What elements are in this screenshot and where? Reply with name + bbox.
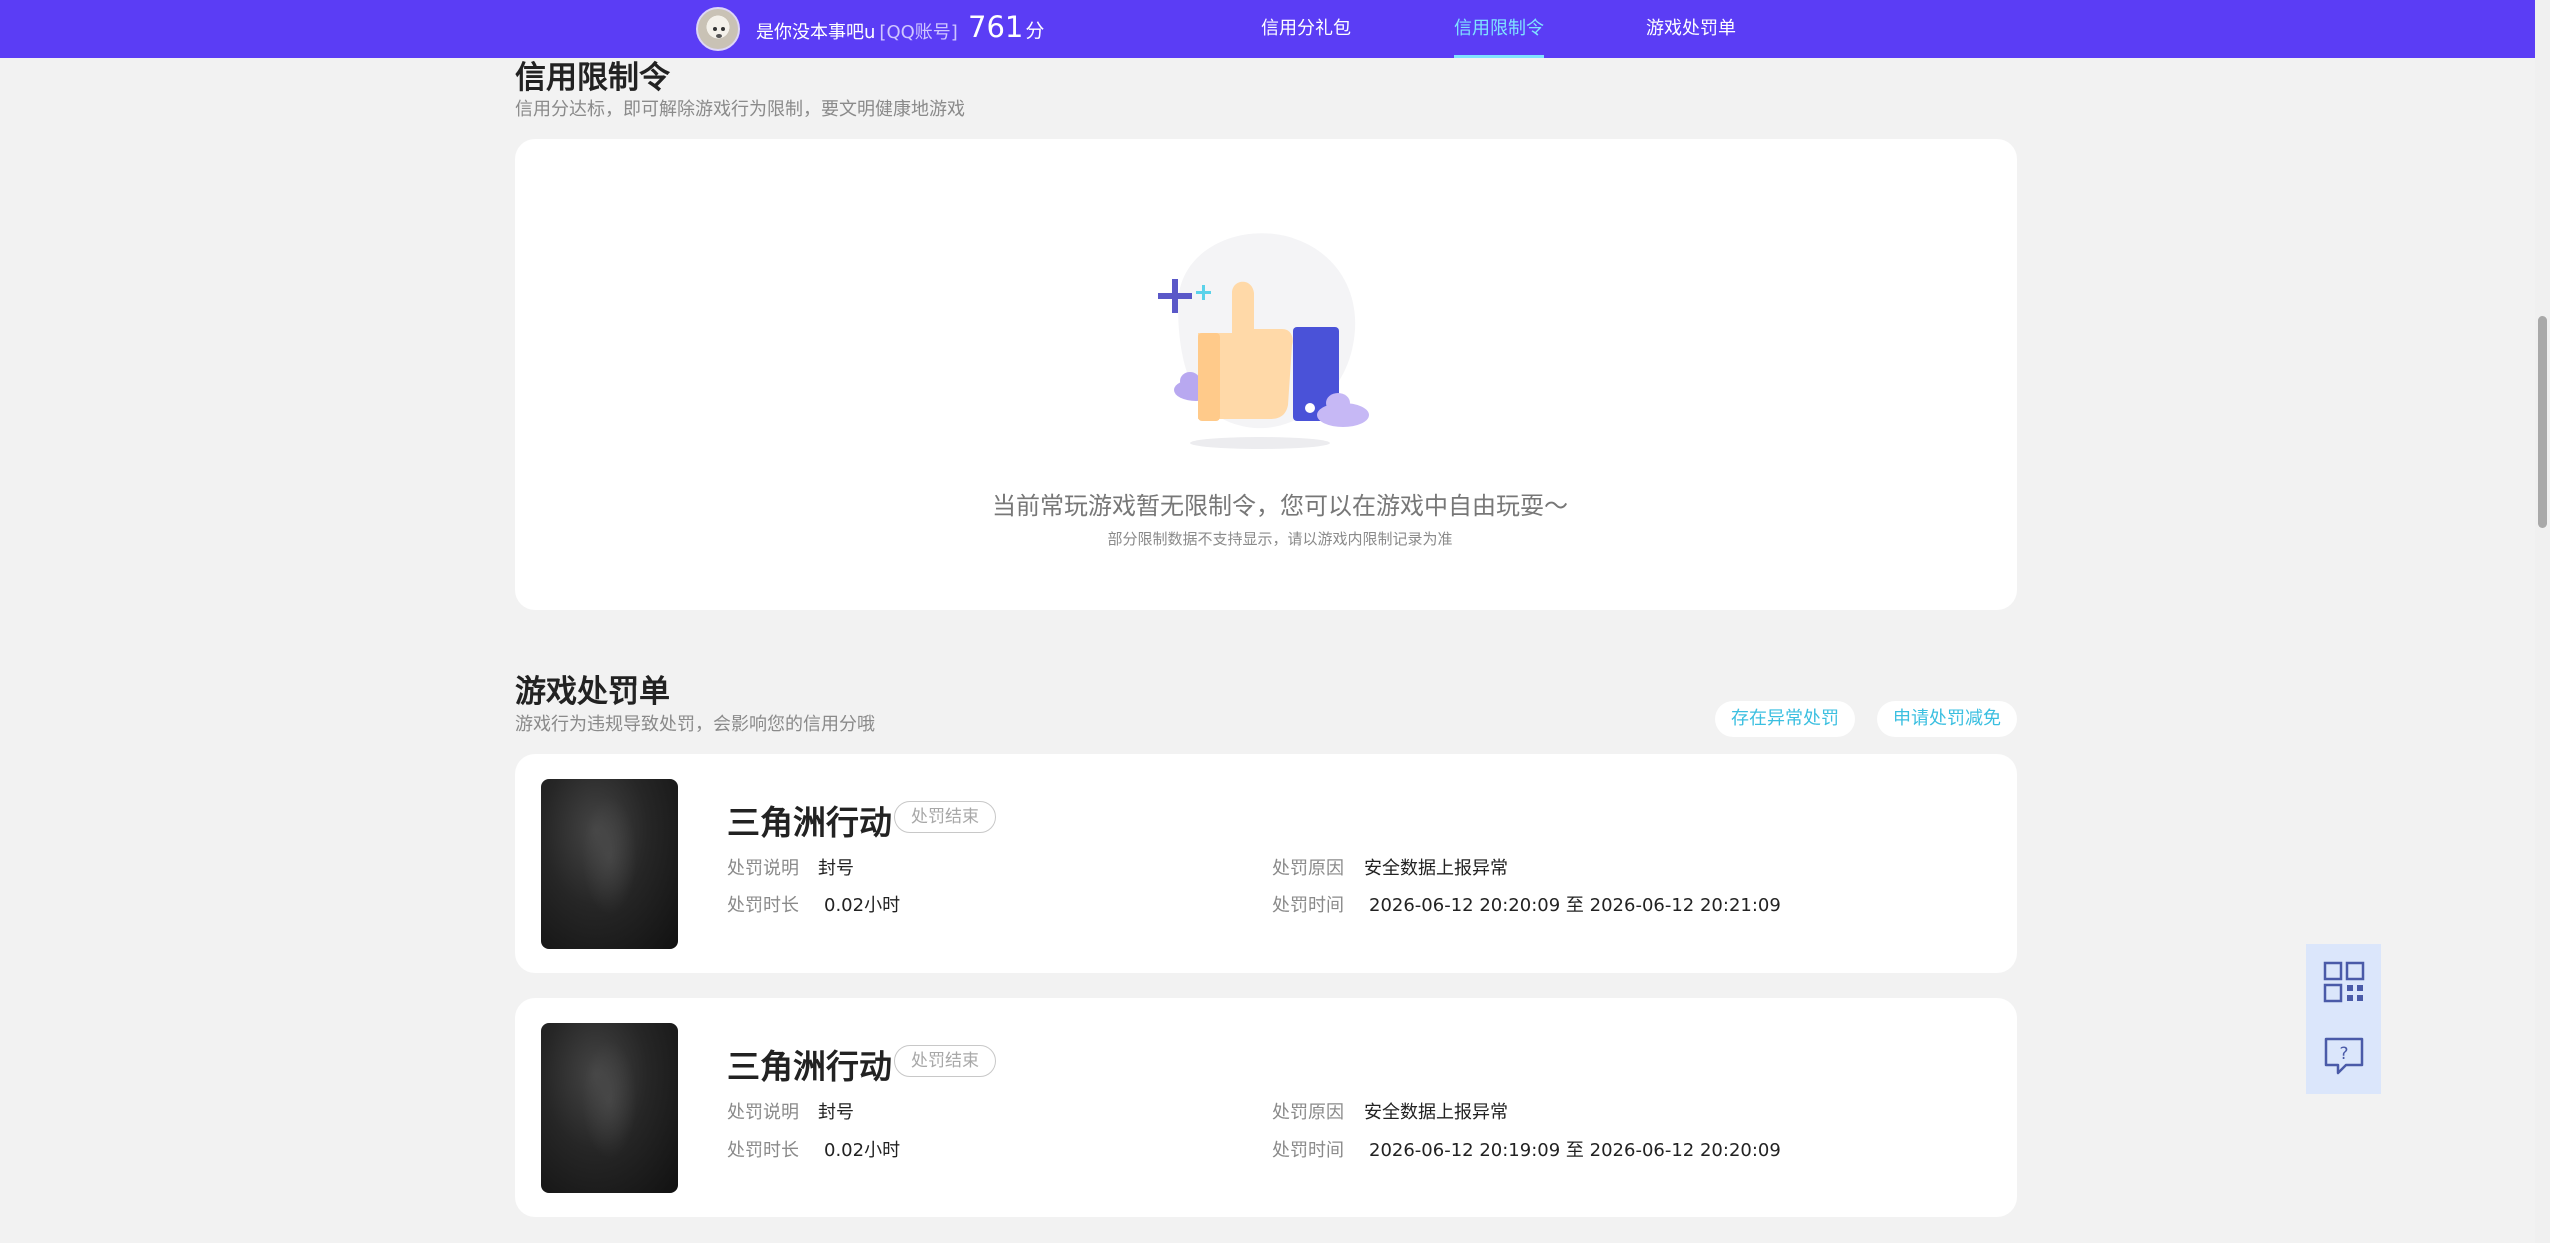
feedback-help-icon: ? [2324,1037,2363,1074]
penalty-section-title: 游戏处罚单 [515,674,670,710]
abnormal-penalty-button[interactable]: 存在异常处罚 [1715,701,1855,737]
svg-text:?: ? [2339,1044,2348,1064]
page-scrollbar-track[interactable] [2535,0,2550,1243]
penalty-desc-value: 封号 [818,1102,854,1123]
qr-code-icon [2323,961,2364,1002]
penalty-reason-value: 安全数据上报异常 [1364,858,1508,879]
game-cover-image [541,779,678,949]
empty-restriction-message: 当前常玩游戏暂无限制令，您可以在游戏中自由玩耍～ [992,492,1568,520]
penalty-reason-label: 处罚原因 [1272,1102,1344,1123]
penalty-time-start: 2026-06-12 20:20:09 [1369,895,1561,916]
penalty-desc-value: 封号 [818,858,854,879]
penalty-time-start: 2026-06-12 20:19:09 [1369,1140,1561,1161]
penalty-reason-value: 安全数据上报异常 [1364,1102,1508,1123]
penalty-record-card[interactable]: 三角洲行动 处罚结束 处罚说明 封号 处罚时长 0.02小时 处罚原因 安全数据… [515,998,2017,1217]
cloud-right-puff [1326,393,1350,413]
cloud-left-puff [1180,372,1200,390]
feedback-help-button[interactable]: ? [2306,1019,2381,1094]
status-badge: 处罚结束 [894,1045,996,1077]
penalty-record-card[interactable]: 三角洲行动 处罚结束 处罚说明 封号 处罚时长 0.02小时 处罚原因 安全数据… [515,754,2017,973]
nav-tab-credit-restriction[interactable]: 信用限制令 [1454,0,1544,58]
user-avatar[interactable] [696,7,740,51]
empty-restriction-note: 部分限制数据不支持显示，请以游戏内限制记录为准 [1107,530,1453,548]
penalty-duration-label: 处罚时长 [727,895,799,916]
sleeve-button [1305,403,1315,413]
restriction-section-title: 信用限制令 [515,60,670,96]
avatar-eye [713,27,717,31]
avatar-eye [721,27,725,31]
thumbs-up-illustration [1158,233,1369,449]
penalty-duration-value: 0.02小时 [824,1140,901,1161]
penalty-time-separator: 至 [1565,1140,1584,1161]
credit-score: 761 分 [968,10,1044,44]
thumb-cuff [1198,333,1220,421]
game-name: 三角洲行动 [727,803,892,842]
penalty-duration-label: 处罚时长 [727,1140,799,1161]
status-badge: 处罚结束 [894,801,996,833]
game-cover-image [541,1023,678,1193]
penalty-time-separator: 至 [1565,895,1584,916]
username-text: 是你没本事吧u [756,22,876,43]
penalty-desc-label: 处罚说明 [727,1102,799,1123]
qr-code-button[interactable] [2306,944,2381,1019]
username: 是你没本事吧u [QQ账号] [756,18,958,44]
illustration-shadow [1190,437,1330,449]
top-navigation-bar: 是你没本事吧u [QQ账号] 761 分 信用分礼包 信用限制令 游戏处罚单 [0,0,2535,58]
account-type: [QQ账号] [879,22,958,43]
nav-tab-credit-gift[interactable]: 信用分礼包 [1261,0,1351,58]
penalty-time-value: 2026-06-12 20:20:09 至 2026-06-12 20:21:0… [1369,891,1781,917]
nav-tab-game-penalty[interactable]: 游戏处罚单 [1646,0,1736,58]
penalty-time-label: 处罚时间 [1272,1140,1344,1161]
penalty-reason-label: 处罚原因 [1272,858,1344,879]
penalty-time-value: 2026-06-12 20:19:09 至 2026-06-12 20:20:0… [1369,1136,1781,1162]
restriction-section-subtitle: 信用分达标，即可解除游戏行为限制，要文明健康地游戏 [515,99,965,120]
penalty-time-end: 2026-06-12 20:20:09 [1589,1140,1781,1161]
credit-score-unit: 分 [1025,20,1045,42]
page-scrollbar-thumb[interactable] [2538,316,2547,528]
penalty-duration-value: 0.02小时 [824,895,901,916]
avatar-nose [716,34,722,38]
penalty-section-subtitle: 游戏行为违规导致处罚，会影响您的信用分哦 [515,714,875,735]
penalty-time-end: 2026-06-12 20:21:09 [1589,895,1781,916]
game-name: 三角洲行动 [727,1047,892,1086]
penalty-desc-label: 处罚说明 [727,858,799,879]
penalty-time-label: 处罚时间 [1272,895,1344,916]
credit-score-value: 761 [968,10,1024,44]
penalty-appeal-button[interactable]: 申请处罚减免 [1877,701,2017,737]
